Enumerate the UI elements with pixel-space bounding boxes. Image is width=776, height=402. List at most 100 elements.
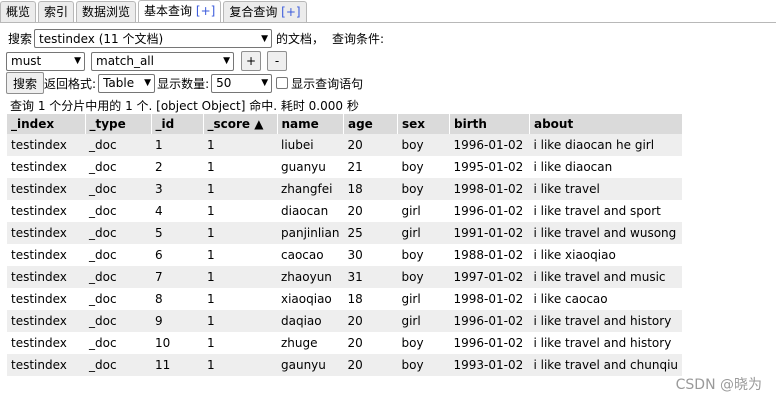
table-cell: boy xyxy=(397,134,450,156)
tab-indices[interactable]: 索引 xyxy=(38,1,75,22)
table-row[interactable]: testindex _doc 6 1 caocao 30 boy 1988-01-02 i li… xyxy=(7,244,682,266)
condition-row: must ▼ match_all ▼ + - xyxy=(6,51,287,71)
table-cell: zhangfei xyxy=(277,178,344,200)
table-cell: _doc xyxy=(89,160,117,174)
chevron-down-icon: ▼ xyxy=(74,56,81,66)
column-header[interactable]: _id xyxy=(151,114,204,134)
format-select[interactable]: Table ▼ xyxy=(98,73,156,93)
tab-basic-query[interactable]: 基本查询 [+] xyxy=(138,0,222,22)
tab-compound-query-label: 复合查询 xyxy=(229,5,278,19)
table-cell: 1 xyxy=(207,204,215,218)
table-row[interactable]: testindex _doc 5 1 panjinlian 25 girl 1991-01-0… xyxy=(7,222,683,244)
column-header[interactable]: about xyxy=(529,114,683,134)
table-cell: 1 xyxy=(203,222,277,244)
remove-condition-button[interactable]: - xyxy=(267,51,287,71)
table-row[interactable]: testindex _doc 9 1 daqiao 20 girl 1996-01-02 i l… xyxy=(7,310,683,332)
tab-compound-query[interactable]: 复合查询 [+] xyxy=(223,1,307,22)
table-cell: 1988-01-02 xyxy=(453,248,524,262)
table-cell: testindex xyxy=(7,310,85,332)
condition-label: 查询条件: xyxy=(332,32,385,46)
table-cell: 1 xyxy=(207,248,215,262)
table-cell: testindex xyxy=(7,134,85,156)
column-header[interactable]: _score ▲ xyxy=(203,114,278,134)
column-header[interactable]: _index xyxy=(7,114,86,134)
column-header[interactable]: _type xyxy=(85,114,152,134)
tab-compound-query-plus[interactable]: [+] xyxy=(281,5,300,19)
table-cell: 1996-01-02 xyxy=(453,336,524,350)
show-query-label: 显示查询语句 xyxy=(291,76,364,91)
table-cell: xiaoqiao xyxy=(281,292,332,306)
table-cell: 10 xyxy=(155,336,171,350)
table-cell: boy xyxy=(397,354,450,376)
table-cell: 8 xyxy=(155,292,163,306)
table-row[interactable]: testindex _doc 2 1 guanyu 21 boy 1995-01-02 i li… xyxy=(7,156,682,178)
table-cell: girl xyxy=(401,292,421,306)
table-cell: 1991-01-02 xyxy=(449,222,530,244)
table-cell: 1996-01-02 xyxy=(453,204,524,218)
table-cell: 18 xyxy=(347,292,363,306)
table-cell: _doc xyxy=(85,310,151,332)
table-cell: testindex xyxy=(11,160,67,174)
table-cell: i like diaocan he girl xyxy=(529,134,683,156)
tab-overview[interactable]: 概览 xyxy=(0,1,37,22)
table-row[interactable]: testindex _doc 4 1 diaocan 20 girl 1996-01-02 i … xyxy=(7,200,682,222)
count-select-value: 50 xyxy=(216,76,232,90)
column-header[interactable]: name xyxy=(277,114,344,134)
table-cell: 20 xyxy=(343,354,398,376)
tab-data-browse[interactable]: 数据浏览 xyxy=(76,1,137,22)
table-cell: 1998-01-02 xyxy=(449,178,530,200)
table-row[interactable]: testindex _doc 8 1 xiaoqiao 18 girl 1998-01-02 i… xyxy=(7,288,682,310)
table-cell: 1 xyxy=(203,310,277,332)
column-header[interactable]: age xyxy=(343,114,398,134)
table-cell: 1993-01-02 xyxy=(449,354,530,376)
search-button[interactable]: 搜索 xyxy=(6,72,45,94)
tab-basic-query-plus[interactable]: [+] xyxy=(196,4,215,18)
table-cell: testindex xyxy=(7,266,85,288)
table-cell: boy xyxy=(401,248,424,262)
table-cell: _doc xyxy=(85,266,151,288)
tab-bar: 概览 索引 数据浏览 基本查询 [+] 复合查询 [+] xyxy=(0,0,776,22)
table-cell: daqiao xyxy=(277,310,344,332)
table-cell: liubei xyxy=(277,134,344,156)
table-cell: testindex xyxy=(11,248,67,262)
table-cell: zhuge xyxy=(281,336,318,350)
table-cell: _doc xyxy=(85,134,151,156)
table-cell: testindex xyxy=(7,354,85,376)
table-cell: i like travel and chunqiu xyxy=(529,354,683,376)
column-header[interactable]: birth xyxy=(449,114,530,134)
show-query-checkbox[interactable] xyxy=(276,77,289,89)
table-cell: girl xyxy=(397,310,450,332)
table-cell: guanyu xyxy=(281,160,326,174)
count-select[interactable]: 50 ▼ xyxy=(211,73,273,93)
table-cell: i like xiaoqiao xyxy=(533,248,616,262)
table-row[interactable]: testindex _doc 10 1 zhuge 20 boy 1996-01-02 i li… xyxy=(7,332,682,354)
table-cell: 5 xyxy=(151,222,203,244)
bool-select-value: must xyxy=(11,54,42,68)
table-cell: testindex xyxy=(11,204,67,218)
chevron-down-icon: ▼ xyxy=(223,56,230,66)
query-type-select[interactable]: match_all ▼ xyxy=(91,51,234,71)
docs-suffix: 的文档， xyxy=(276,32,325,46)
table-cell: 20 xyxy=(343,134,398,156)
table-cell: 1 xyxy=(203,134,277,156)
add-condition-button[interactable]: + xyxy=(241,51,261,71)
table-cell: _doc xyxy=(85,178,151,200)
table-row[interactable]: testindex _doc 11 1 gaunyu 20 boy 1993-01-02 i l… xyxy=(7,354,683,376)
table-cell: 21 xyxy=(347,160,363,174)
table-cell: 20 xyxy=(347,204,363,218)
bool-select[interactable]: must ▼ xyxy=(6,51,85,71)
table-cell: _doc xyxy=(89,292,117,306)
table-cell: zhaoyun xyxy=(277,266,344,288)
index-select[interactable]: testindex (11 个文档) ▼ xyxy=(34,29,273,48)
format-select-value: Table xyxy=(103,76,135,90)
column-header[interactable]: sex xyxy=(397,114,450,134)
table-cell: i like travel xyxy=(529,178,683,200)
table-row[interactable]: testindex _doc 3 1 zhangfei 18 boy 1998-01-02 i … xyxy=(7,178,683,200)
table-cell: 31 xyxy=(343,266,398,288)
options-row: 搜索 返回格式: Table ▼ 显示数量: 50 ▼ 显示查询语句 xyxy=(6,72,363,94)
table-row[interactable]: testindex _doc 7 1 zhaoyun 31 boy 1997-01-02 i l… xyxy=(7,266,683,288)
tab-overview-label: 概览 xyxy=(6,5,31,19)
table-row[interactable]: testindex _doc 1 1 liubei 20 boy 1996-01-02 i li… xyxy=(7,134,683,156)
table-cell: _doc xyxy=(89,336,117,350)
table-cell: 7 xyxy=(151,266,203,288)
